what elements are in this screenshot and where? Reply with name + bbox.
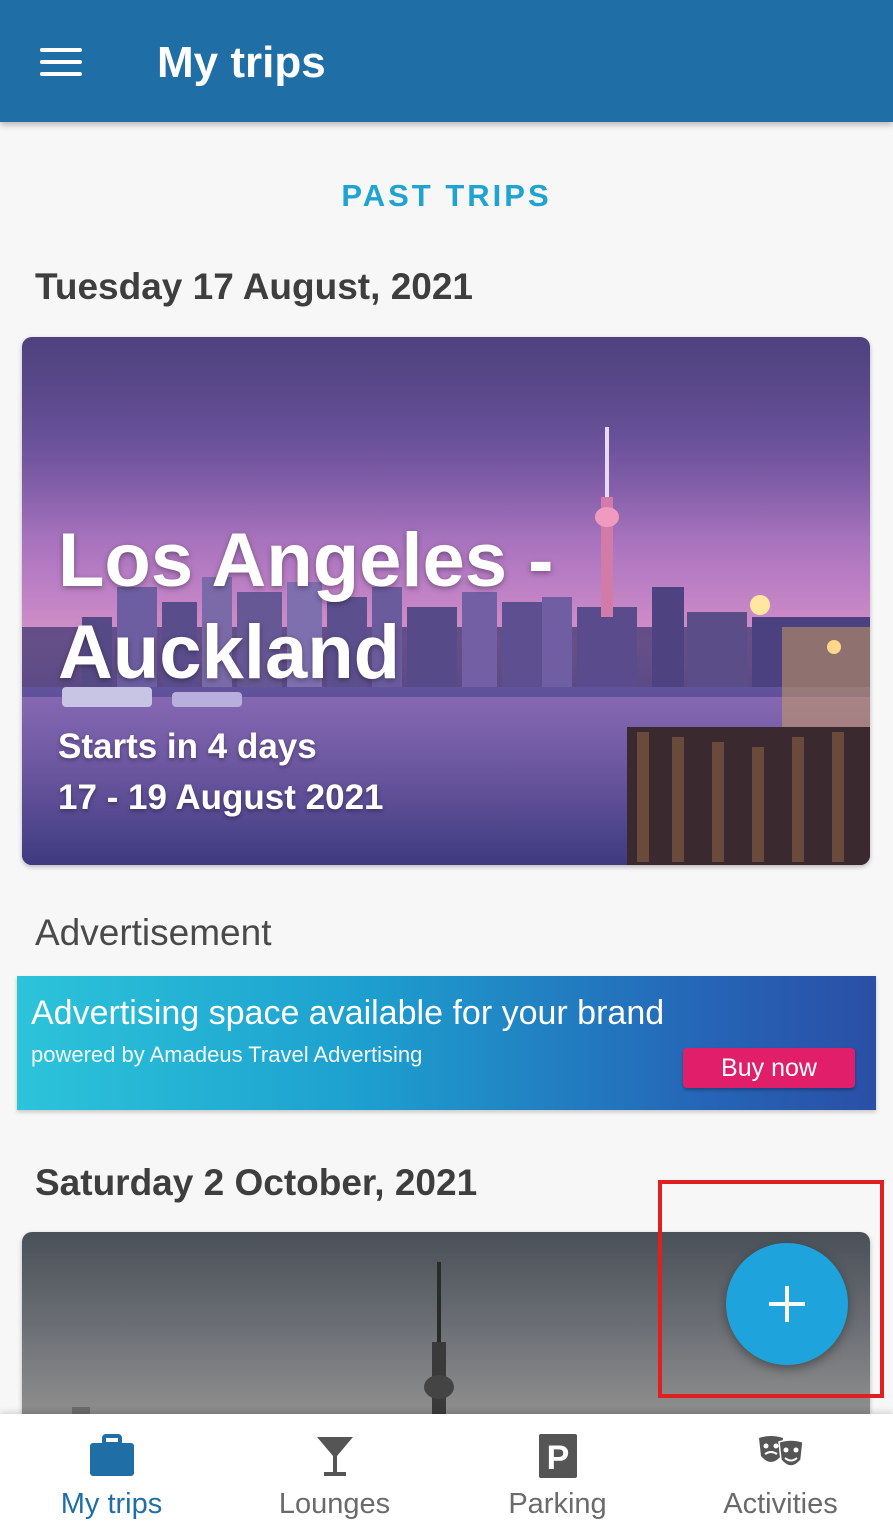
trip-title: Los Angeles - Auckland	[58, 518, 554, 695]
nav-label: My trips	[60, 1488, 163, 1520]
trip-card-los-angeles-auckland[interactable]: Los Angeles - Auckland Starts in 4 days …	[22, 337, 870, 865]
advertisement-label: Advertisement	[35, 912, 272, 953]
nav-item-activities[interactable]: Activities	[669, 1414, 892, 1536]
nav-item-my-trips[interactable]: My trips	[0, 1414, 223, 1536]
plus-icon	[769, 1286, 805, 1322]
ad-subline: powered by Amadeus Travel Advertising	[31, 1042, 423, 1067]
trip-start-countdown: Starts in 4 days	[58, 727, 317, 766]
nav-item-lounges[interactable]: Lounges	[223, 1414, 446, 1536]
svg-text:P: P	[546, 1439, 569, 1477]
bottom-navigation: My trips Lounges P Parking Activities	[0, 1414, 893, 1536]
trip-date-heading: Tuesday 17 August, 2021	[35, 266, 474, 307]
briefcase-icon	[89, 1434, 134, 1476]
hamburger-menu-icon[interactable]	[30, 38, 90, 88]
parking-icon: P	[538, 1434, 577, 1478]
ad-buy-now-button[interactable]: Buy now	[683, 1048, 855, 1088]
nav-label: Parking	[508, 1488, 607, 1520]
theater-masks-icon	[758, 1436, 804, 1467]
advertisement-banner[interactable]: Advertising space available for your bra…	[17, 976, 876, 1110]
nav-label: Lounges	[278, 1488, 391, 1520]
cocktail-glass-icon	[316, 1437, 353, 1476]
ad-headline: Advertising space available for your bra…	[31, 994, 665, 1032]
page-title: My trips	[157, 38, 326, 87]
trip-date-range: 17 - 19 August 2021	[58, 778, 384, 817]
app-bar: My trips	[0, 0, 893, 122]
trip-date-heading: Saturday 2 October, 2021	[35, 1162, 478, 1203]
add-trip-button[interactable]	[726, 1243, 848, 1365]
nav-label: Activities	[723, 1488, 838, 1520]
nav-item-parking[interactable]: P Parking	[446, 1414, 669, 1536]
past-trips-link[interactable]: PAST TRIPS	[0, 178, 893, 214]
